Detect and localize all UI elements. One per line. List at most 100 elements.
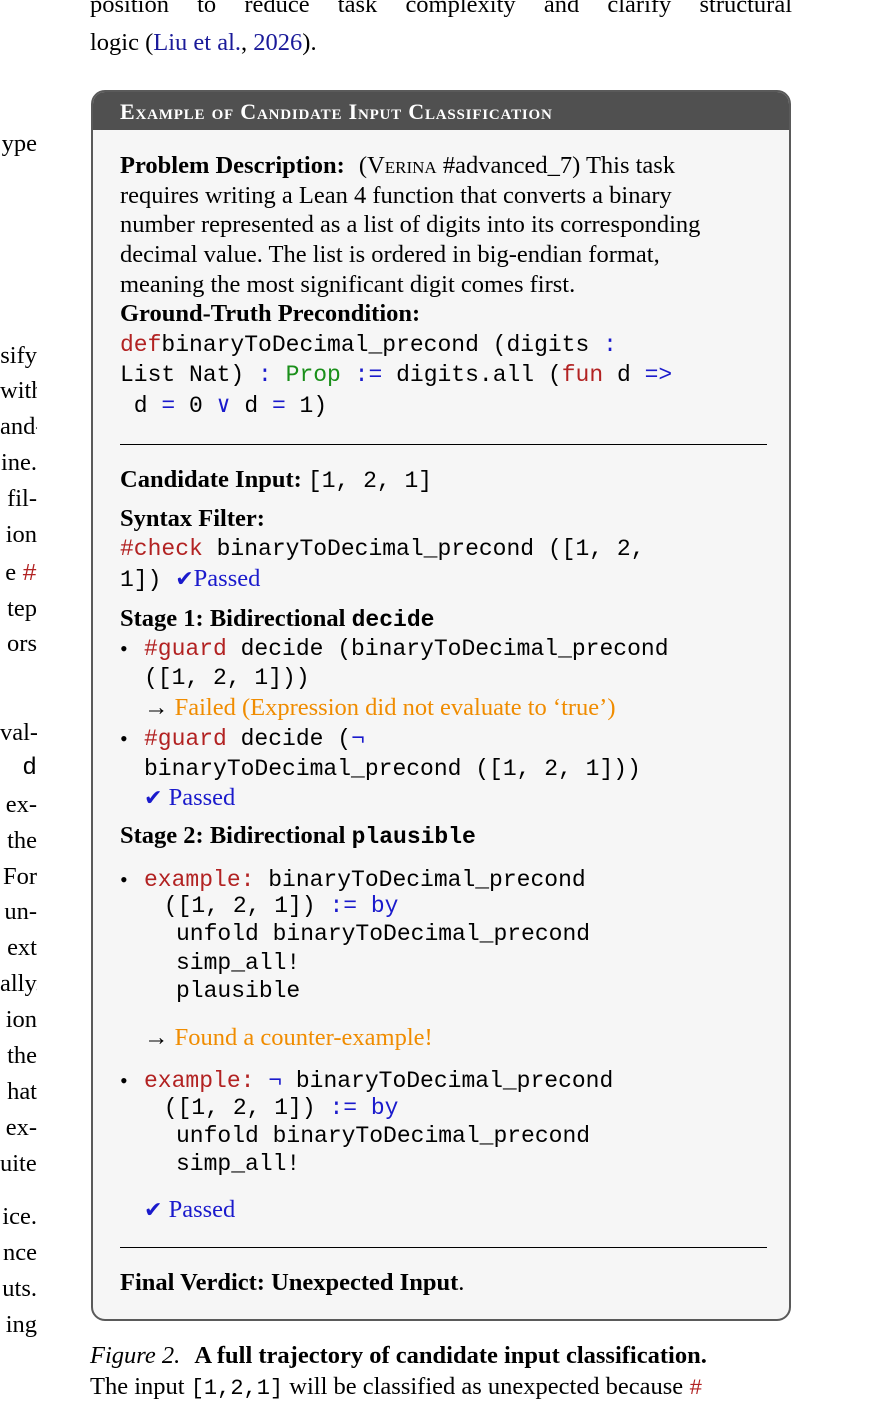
stage1-item1-line1: #guard decide (binaryToDecimal_precond: [144, 636, 669, 662]
code-token: :: [258, 362, 272, 388]
code-token: List Nat): [120, 362, 259, 388]
left-column-fragment: hat: [7, 1078, 37, 1105]
left-column-fragment: ype: [1, 130, 37, 157]
top-paragraph-line1: position to reduce task complexity and c…: [90, 0, 792, 18]
stage2-item1-line2: ([1, 2, 1]) := by: [150, 893, 399, 919]
checkmark-icon: ✔: [144, 786, 163, 811]
code-token: def: [120, 332, 162, 358]
stage1-item2-line1: #guard decide (¬: [144, 726, 365, 752]
caption-code: [1,2,1]: [190, 1376, 284, 1401]
divider-2: [120, 1247, 767, 1248]
stage1-heading: Stage 1: Bidirectional decide: [120, 605, 434, 633]
code-token: Prop: [271, 362, 341, 388]
stage1-item2-code: decide (: [226, 726, 352, 752]
by-keyword: := by: [329, 1095, 399, 1121]
verdict-end: .: [458, 1269, 465, 1296]
left-column-fragment: ex-: [5, 1114, 37, 1141]
stage1-item1-line2: ([1, 2, 1])): [144, 665, 310, 691]
code-token: digits.all (: [382, 362, 562, 388]
guard-keyword: #guard: [144, 636, 227, 662]
stage2-item1-line3: unfold binaryToDecimal_precond: [176, 921, 591, 947]
code-token: =: [161, 393, 176, 419]
stage2-heading: Stage 2: Bidirectional plausible: [120, 822, 476, 850]
left-column-fragment: ext: [7, 934, 37, 961]
guard-keyword: #guard: [144, 726, 227, 752]
stage1-item1-result: → Failed (Expression did not evaluate to…: [144, 694, 616, 722]
code-token: fun: [561, 362, 604, 388]
caption-text-2: will be classified as unexpected because: [283, 1373, 690, 1400]
caption-hash: #: [689, 1376, 703, 1401]
left-column-fragment: ing: [5, 1311, 37, 1338]
left-column-fragment: and-: [0, 413, 37, 440]
left-column-fragment: ex-: [5, 791, 37, 818]
problem-text-2: number represented as a list of digits i…: [120, 211, 701, 238]
syntax-filter-heading: Syntax Filter:: [120, 505, 265, 533]
box-title: Example of Candidate Input Classificatio…: [93, 92, 789, 130]
caption-line2: The input [1,2,1] will be classified as …: [90, 1371, 797, 1404]
top-paragraph-line2: logic (Liu et al., 2026).: [90, 26, 317, 60]
bullet-dot: •: [120, 636, 128, 661]
checkmark-icon: ✔: [144, 1198, 163, 1223]
code-token: binaryToDecimal_precond (digits: [161, 332, 604, 358]
source-name: Verina: [367, 152, 437, 179]
line2-suffix: ).: [302, 29, 317, 56]
code-token: :: [603, 332, 617, 358]
divider-1: [120, 444, 767, 445]
problem-text-0: This task: [585, 152, 676, 179]
stage2-item1-result: → Found a counter-example!: [144, 1024, 433, 1052]
candidate-input: Candidate Input: [1, 2, 1]: [120, 466, 432, 494]
left-column-fragment: the: [7, 827, 37, 854]
example-keyword: example:: [144, 867, 255, 893]
citation-year-link[interactable]: 2026: [253, 29, 302, 56]
problem-text-3: decimal value. The list is ordered in bi…: [120, 241, 660, 268]
code-token: 1): [285, 393, 328, 419]
stage1-item2-status-text: Passed: [168, 784, 236, 811]
stage2-item2-line2: ([1, 2, 1]) := by: [150, 1095, 399, 1121]
left-column-fragment: un-: [4, 898, 37, 925]
left-column-fragment: e #: [5, 559, 37, 588]
bullet-dot: •: [120, 867, 128, 892]
stage2-item1-args: ([1, 2, 1]): [150, 893, 330, 919]
stage1-code: decide: [351, 607, 435, 633]
stage2-item2-line1: example: ¬ binaryToDecimal_precond: [144, 1068, 613, 1094]
code-token: d: [603, 362, 645, 388]
problem-text-1: requires writing a Lean 4 function that …: [120, 182, 672, 209]
syntax-filter-code: binaryToDecimal_precond ([1, 2,: [202, 536, 645, 562]
verdict-label: Final Verdict: Unexpected Input: [120, 1269, 459, 1296]
caption-title: A full trajectory of candidate input cla…: [194, 1342, 707, 1369]
right-arrow-icon: →: [144, 1024, 169, 1051]
source-open: (: [358, 152, 368, 179]
left-column-fragment: ice.: [2, 1203, 37, 1230]
left-column-fragment: d: [22, 755, 37, 782]
code-token: ∨: [216, 393, 231, 419]
left-column-fragment: For: [2, 863, 37, 890]
negation-symbol: ¬: [351, 726, 365, 752]
left-column-fragment: ion: [5, 521, 37, 548]
left-column-fragment: uts.: [2, 1275, 37, 1302]
syntax-filter-line2: 1]) ✔Passed: [120, 565, 260, 593]
left-column-fragment: the: [7, 1042, 37, 1069]
left-column-fragment: ors: [7, 630, 37, 657]
citation-author-link[interactable]: Liu et al.: [153, 29, 241, 56]
code-line-2: d = 0 ∨ d = 1): [120, 392, 327, 419]
problem-line-1: Problem Description: (Verina #advanced_7…: [120, 152, 675, 180]
stage2-item1-line1: example: binaryToDecimal_precond: [144, 867, 586, 893]
code-token: 0: [175, 393, 217, 419]
left-column-fragment: with: [0, 377, 37, 404]
syntax-status: Passed: [193, 565, 261, 592]
figure-label: Figure 2.: [90, 1342, 181, 1369]
bullet-dot: •: [120, 726, 128, 751]
check-keyword: #check: [120, 536, 203, 562]
problem-text-4: meaning the most significant digit comes…: [120, 271, 576, 298]
code-token: d: [230, 393, 272, 419]
left-column-fragment: ion: [5, 1006, 37, 1033]
code-token: =>: [644, 362, 673, 388]
stage1-item1-result-text: Failed (Expression did not evaluate to ‘…: [174, 694, 616, 721]
negation-symbol: ¬: [254, 1068, 283, 1094]
left-column-fragment: tep: [7, 595, 37, 622]
problem-label: Problem Description:: [120, 152, 345, 179]
syntax-filter-code2: 1]): [120, 567, 162, 593]
stage2-item1-result-text: Found a counter-example!: [174, 1024, 433, 1051]
stage1-label: Stage 1: Bidirectional: [120, 605, 352, 632]
left-column-fragment: sify: [0, 342, 37, 369]
